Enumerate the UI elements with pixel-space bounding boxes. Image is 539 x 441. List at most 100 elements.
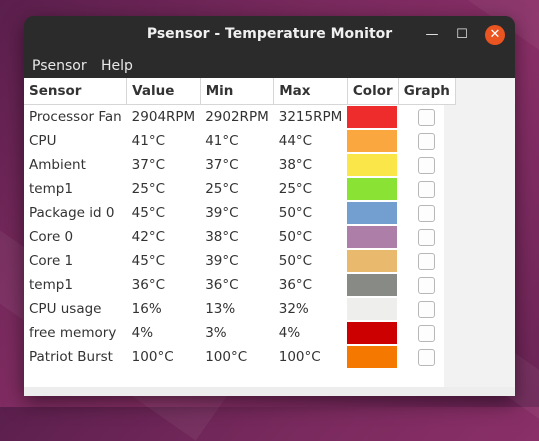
sensor-row[interactable]: free memory 4% 3% 4% (24, 321, 455, 345)
sensor-name: Ambient (29, 157, 86, 173)
sensor-max: 44°C (278, 133, 313, 149)
sensor-max: 4% (278, 325, 301, 341)
color-cell (347, 177, 398, 201)
color-cell (347, 273, 398, 297)
sensor-name: CPU usage (29, 301, 102, 317)
sensor-row[interactable]: Package id 0 45°C 39°C 50°C (24, 201, 455, 225)
sensor-max: 100°C (278, 349, 321, 365)
graph-checkbox[interactable] (418, 300, 436, 318)
column-header-graph[interactable]: Graph (398, 78, 456, 105)
sensor-max: 50°C (278, 253, 313, 269)
color-swatch[interactable] (347, 226, 398, 248)
graph-checkbox[interactable] (418, 348, 436, 366)
sensor-value: 45°C (131, 205, 166, 221)
color-swatch[interactable] (347, 130, 398, 152)
column-header-min[interactable]: Min (200, 78, 275, 105)
column-header-value[interactable]: Value (126, 78, 201, 105)
graph-cell (398, 105, 455, 130)
horizontal-scrollbar-area[interactable] (24, 387, 515, 396)
menu-bar: Psensor Help (24, 54, 515, 78)
sensor-max: 38°C (278, 157, 313, 173)
color-cell (347, 297, 398, 321)
sensor-min: 3% (205, 325, 227, 341)
color-swatch[interactable] (347, 178, 398, 200)
sensor-row[interactable]: temp1 25°C 25°C 25°C (24, 177, 455, 201)
graph-checkbox[interactable] (418, 228, 436, 246)
sensor-value: 100°C (131, 349, 174, 365)
sensor-row[interactable]: CPU usage 16% 13% 32% (24, 297, 455, 321)
sensor-name: Package id 0 (29, 205, 115, 221)
sensor-min: 37°C (205, 157, 239, 173)
sensor-name: Core 1 (29, 253, 74, 269)
sensor-value: 37°C (131, 157, 166, 173)
sensor-value: 45°C (131, 253, 166, 269)
sensor-max: 50°C (278, 205, 313, 221)
graph-checkbox[interactable] (418, 252, 436, 270)
graph-checkbox[interactable] (418, 324, 436, 342)
color-swatch[interactable] (347, 202, 398, 224)
graph-cell (398, 297, 455, 321)
sensor-row[interactable]: Processor Fan 2904RPM 2902RPM 3215RPM (24, 105, 455, 130)
title-bar[interactable]: Psensor - Temperature Monitor — ☐ ✕ (24, 16, 515, 54)
color-swatch[interactable] (347, 298, 398, 320)
sensor-max: 36°C (278, 277, 313, 293)
color-cell (347, 225, 398, 249)
sensor-value: 25°C (131, 181, 166, 197)
sensor-row[interactable]: Patriot Burst 100°C 100°C 100°C (24, 345, 455, 369)
menu-help[interactable]: Help (101, 58, 133, 74)
sensor-min: 38°C (205, 229, 239, 245)
sensor-row[interactable]: temp1 36°C 36°C 36°C (24, 273, 455, 297)
sensor-min: 2902RPM (205, 109, 269, 125)
graph-checkbox[interactable] (418, 276, 436, 294)
color-swatch[interactable] (347, 106, 398, 128)
color-swatch[interactable] (347, 322, 398, 344)
column-header-max[interactable]: Max (273, 78, 348, 105)
graph-checkbox[interactable] (418, 180, 436, 198)
maximize-button[interactable]: ☐ (452, 25, 472, 45)
color-cell (347, 129, 398, 153)
app-window: Psensor - Temperature Monitor — ☐ ✕ Psen… (24, 16, 515, 396)
color-cell (347, 153, 398, 177)
sensor-name: Processor Fan (29, 109, 122, 125)
graph-cell (398, 345, 455, 369)
sensor-name: CPU (29, 133, 57, 149)
column-header-sensor[interactable]: Sensor (24, 78, 128, 105)
sensor-min: 100°C (205, 349, 248, 365)
sensor-value: 41°C (131, 133, 166, 149)
minimize-button[interactable]: — (422, 25, 442, 45)
sensor-min: 39°C (205, 253, 239, 269)
graph-cell (398, 129, 455, 153)
sensor-max: 25°C (278, 181, 313, 197)
graph-cell (398, 225, 455, 249)
sensor-value: 36°C (131, 277, 166, 293)
graph-checkbox[interactable] (418, 204, 436, 222)
color-cell (347, 249, 398, 273)
sensor-min: 25°C (205, 181, 239, 197)
color-swatch[interactable] (347, 250, 398, 272)
color-swatch[interactable] (347, 346, 398, 368)
column-header-color[interactable]: Color (347, 78, 399, 105)
sensor-name: temp1 (29, 277, 73, 293)
sensor-value: 4% (131, 325, 154, 341)
sensor-name: temp1 (29, 181, 73, 197)
sensor-value: 2904RPM (131, 109, 196, 125)
sensor-row[interactable]: CPU 41°C 41°C 44°C (24, 129, 455, 153)
sensor-row[interactable]: Core 0 42°C 38°C 50°C (24, 225, 455, 249)
close-button[interactable]: ✕ (485, 25, 505, 45)
graph-checkbox[interactable] (418, 108, 436, 126)
sensor-row[interactable]: Core 1 45°C 39°C 50°C (24, 249, 455, 273)
sensor-table: Sensor Value Min Max Color Graph Process… (24, 78, 456, 369)
menu-psensor[interactable]: Psensor (32, 58, 87, 74)
graph-cell (398, 321, 455, 345)
graph-cell (398, 153, 455, 177)
graph-checkbox[interactable] (418, 132, 436, 150)
sensor-row[interactable]: Ambient 37°C 37°C 38°C (24, 153, 455, 177)
color-swatch[interactable] (347, 154, 398, 176)
color-cell (347, 105, 398, 130)
color-swatch[interactable] (347, 274, 398, 296)
sensor-max: 50°C (278, 229, 313, 245)
sensor-value: 42°C (131, 229, 166, 245)
sensor-min: 39°C (205, 205, 239, 221)
graph-cell (398, 273, 455, 297)
graph-checkbox[interactable] (418, 156, 436, 174)
